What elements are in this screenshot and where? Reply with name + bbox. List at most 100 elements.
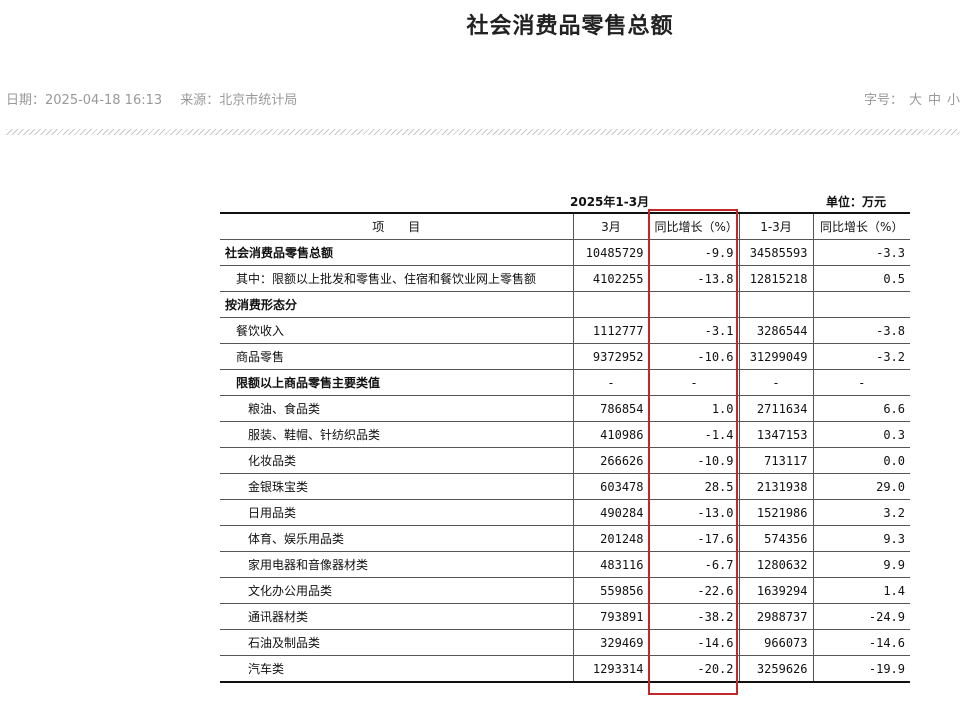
row-q1-value bbox=[739, 291, 814, 318]
row-q1-value: 31299049 bbox=[739, 343, 814, 370]
row-march-yoy: -13.0 bbox=[649, 499, 740, 526]
row-q1-yoy: 1.4 bbox=[813, 577, 910, 604]
row-item-label: 粮油、食品类 bbox=[220, 395, 574, 422]
row-q1-yoy: -3.8 bbox=[813, 317, 910, 344]
table-row: 按消费形态分 bbox=[220, 291, 910, 318]
row-item-label: 其中：限额以上批发和零售业、住宿和餐饮业网上零售额 bbox=[220, 265, 574, 292]
retail-sales-table: 项 目 3月 同比增长（%） 1-3月 同比增长（%） 社会消费品零售总额 104… bbox=[220, 212, 910, 683]
row-march-value: 490284 bbox=[573, 499, 650, 526]
row-item-label: 餐饮收入 bbox=[220, 317, 574, 344]
row-item-label: 文化办公用品类 bbox=[220, 577, 574, 604]
row-march-yoy: -1.4 bbox=[649, 421, 740, 448]
row-q1-value: 3286544 bbox=[739, 317, 814, 344]
row-march-yoy: -3.1 bbox=[649, 317, 740, 344]
row-q1-yoy bbox=[813, 291, 910, 318]
row-item-label: 化妆品类 bbox=[220, 447, 574, 474]
table-row: 通讯器材类 793891 -38.2 2988737 -24.9 bbox=[220, 603, 910, 630]
row-q1-yoy: - bbox=[813, 369, 910, 396]
table-row: 日用品类 490284 -13.0 1521986 3.2 bbox=[220, 499, 910, 526]
header-march: 3月 bbox=[573, 213, 650, 240]
table-row: 限额以上商品零售主要类值 - - - - bbox=[220, 369, 910, 396]
font-size-small-button[interactable]: 小 bbox=[947, 93, 960, 108]
row-q1-value: 1347153 bbox=[739, 421, 814, 448]
publish-date: 日期：2025-04-18 16:13 bbox=[6, 93, 163, 108]
row-q1-yoy: -14.6 bbox=[813, 629, 910, 656]
row-march-value: 786854 bbox=[573, 395, 650, 422]
header-march-yoy: 同比增长（%） bbox=[649, 213, 740, 240]
row-march-value: 201248 bbox=[573, 525, 650, 552]
row-march-yoy: -13.8 bbox=[649, 265, 740, 292]
row-march-yoy: -14.6 bbox=[649, 629, 740, 656]
table-row: 汽车类 1293314 -20.2 3259626 -19.9 bbox=[220, 655, 910, 683]
row-march-yoy: -10.6 bbox=[649, 343, 740, 370]
row-march-yoy: - bbox=[649, 369, 740, 396]
row-march-value: 559856 bbox=[573, 577, 650, 604]
row-q1-value: - bbox=[739, 369, 814, 396]
row-march-yoy: -6.7 bbox=[649, 551, 740, 578]
row-q1-value: 12815218 bbox=[739, 265, 814, 292]
font-size-label: 字号： bbox=[863, 93, 903, 108]
font-size-medium-button[interactable]: 中 bbox=[928, 93, 941, 108]
row-q1-value: 2988737 bbox=[739, 603, 814, 630]
row-item-label: 汽车类 bbox=[220, 655, 574, 683]
row-item-label: 日用品类 bbox=[220, 499, 574, 526]
table-row: 商品零售 9372952 -10.6 31299049 -3.2 bbox=[220, 343, 910, 370]
row-item-label: 商品零售 bbox=[220, 343, 574, 370]
header-divider bbox=[6, 129, 960, 135]
row-march-value: - bbox=[573, 369, 650, 396]
table-row: 服装、鞋帽、针纺织品类 410986 -1.4 1347153 0.3 bbox=[220, 421, 910, 448]
table-row: 石油及制品类 329469 -14.6 966073 -14.6 bbox=[220, 629, 910, 656]
row-march-value: 329469 bbox=[573, 629, 650, 656]
row-march-yoy: -22.6 bbox=[649, 577, 740, 604]
page-title: 社会消费品零售总额 bbox=[466, 14, 674, 39]
row-q1-yoy: 6.6 bbox=[813, 395, 910, 422]
row-march-yoy: -17.6 bbox=[649, 525, 740, 552]
article-meta: 日期：2025-04-18 16:13 来源：北京市统计局 bbox=[6, 89, 311, 108]
row-item-label: 社会消费品零售总额 bbox=[220, 239, 574, 266]
row-q1-value: 2711634 bbox=[739, 395, 814, 422]
row-item-label: 石油及制品类 bbox=[220, 629, 574, 656]
row-q1-value: 1639294 bbox=[739, 577, 814, 604]
row-q1-value: 3259626 bbox=[739, 655, 814, 683]
table-row: 体育、娱乐用品类 201248 -17.6 574356 9.3 bbox=[220, 525, 910, 552]
row-q1-value: 1521986 bbox=[739, 499, 814, 526]
table-period: 2025年1-3月 bbox=[570, 195, 650, 209]
row-march-yoy: -10.9 bbox=[649, 447, 740, 474]
table-row: 家用电器和音像器材类 483116 -6.7 1280632 9.9 bbox=[220, 551, 910, 578]
header-q1: 1-3月 bbox=[739, 213, 814, 240]
row-q1-value: 1280632 bbox=[739, 551, 814, 578]
font-size-switcher: 字号： 大中小 bbox=[864, 89, 960, 108]
table-row: 其中：限额以上批发和零售业、住宿和餐饮业网上零售额 4102255 -13.8 128… bbox=[220, 265, 910, 292]
row-q1-value: 34585593 bbox=[739, 239, 814, 266]
row-q1-value: 966073 bbox=[739, 629, 814, 656]
row-march-value: 10485729 bbox=[573, 239, 650, 266]
source-label: 来源：北京市统计局 bbox=[180, 93, 298, 108]
row-q1-yoy: -3.2 bbox=[813, 343, 910, 370]
row-march-yoy: -20.2 bbox=[649, 655, 740, 683]
row-q1-yoy: 29.0 bbox=[813, 473, 910, 500]
table-header-row: 项 目 3月 同比增长（%） 1-3月 同比增长（%） bbox=[220, 213, 910, 240]
row-march-yoy: 28.5 bbox=[649, 473, 740, 500]
row-item-label: 家用电器和音像器材类 bbox=[220, 551, 574, 578]
row-item-label: 通讯器材类 bbox=[220, 603, 574, 630]
row-march-yoy: -9.9 bbox=[649, 239, 740, 266]
row-march-value: 1112777 bbox=[573, 317, 650, 344]
row-q1-value: 713117 bbox=[739, 447, 814, 474]
row-march-yoy: 1.0 bbox=[649, 395, 740, 422]
row-q1-yoy: 9.9 bbox=[813, 551, 910, 578]
table-row: 粮油、食品类 786854 1.0 2711634 6.6 bbox=[220, 395, 910, 422]
row-item-label: 体育、娱乐用品类 bbox=[220, 525, 574, 552]
row-march-value: 266626 bbox=[573, 447, 650, 474]
table-row: 化妆品类 266626 -10.9 713117 0.0 bbox=[220, 447, 910, 474]
row-q1-value: 2131938 bbox=[739, 473, 814, 500]
table-row: 餐饮收入 1112777 -3.1 3286544 -3.8 bbox=[220, 317, 910, 344]
row-march-value: 603478 bbox=[573, 473, 650, 500]
row-q1-yoy: -3.3 bbox=[813, 239, 910, 266]
row-item-label: 限额以上商品零售主要类值 bbox=[220, 369, 574, 396]
row-march-value: 1293314 bbox=[573, 655, 650, 683]
row-march-yoy: -38.2 bbox=[649, 603, 740, 630]
font-size-large-button[interactable]: 大 bbox=[909, 93, 922, 108]
table-row: 社会消费品零售总额 10485729 -9.9 34585593 -3.3 bbox=[220, 239, 910, 266]
table-row: 金银珠宝类 603478 28.5 2131938 29.0 bbox=[220, 473, 910, 500]
row-item-label: 服装、鞋帽、针纺织品类 bbox=[220, 421, 574, 448]
